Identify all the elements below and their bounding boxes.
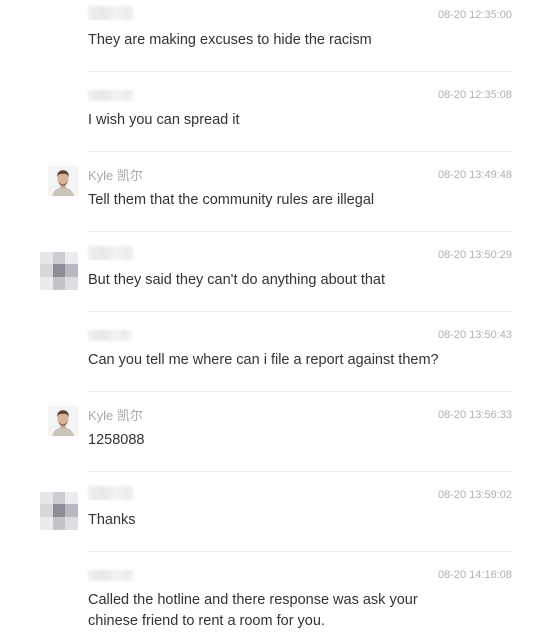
pixelated-avatar-icon — [40, 252, 78, 290]
user-avatar-redacted[interactable] — [40, 492, 78, 530]
message-item: 08-20 13:50:43 Can you tell me where can… — [0, 320, 553, 400]
message-item: Kyle 凯尔 08-20 13:56:33 1258088 — [0, 400, 553, 480]
message-time: 08-20 13:56:33 — [437, 409, 512, 421]
avatar-photo-icon — [48, 406, 78, 436]
chat-history: 08-20 12:35:00 They are making excuses t… — [0, 0, 553, 642]
message-item: 08-20 13:59:02 Thanks — [0, 480, 553, 560]
message-item: 08-20 12:35:00 They are making excuses t… — [0, 0, 553, 80]
pixelated-avatar-icon — [40, 492, 78, 530]
message-divider — [88, 71, 512, 72]
sender-name-redacted — [88, 246, 134, 260]
message-divider — [88, 311, 512, 312]
user-avatar-redacted[interactable] — [40, 252, 78, 290]
avatar-photo-icon — [48, 166, 78, 196]
message-time: 08-20 13:59:02 — [437, 489, 512, 501]
message-divider — [88, 391, 512, 392]
message-divider — [88, 151, 512, 152]
message-divider — [88, 551, 512, 552]
message-item: 08-20 14:16:08 Called the hotline and th… — [0, 560, 553, 642]
sender-name-redacted — [88, 486, 134, 500]
message-text: Called the hotline and there response wa… — [88, 592, 418, 629]
sender-name: Kyle 凯尔 — [88, 168, 143, 183]
sender-name-redacted — [88, 570, 134, 581]
message-divider — [88, 471, 512, 472]
sender-name-redacted — [88, 90, 134, 101]
message-item: Kyle 凯尔 08-20 13:49:48 Tell them that th… — [0, 160, 553, 240]
message-time: 08-20 14:16:08 — [437, 569, 512, 581]
sender-name: Kyle 凯尔 — [88, 408, 143, 423]
message-text: Can you tell me where can i file a repor… — [88, 352, 439, 368]
message-time: 08-20 13:50:43 — [437, 329, 512, 341]
message-text: But they said they can't do anything abo… — [88, 272, 386, 288]
message-item: 08-20 12:35:08 I wish you can spread it — [0, 80, 553, 160]
sender-name-redacted — [88, 6, 134, 20]
message-text: Tell them that the community rules are i… — [88, 192, 375, 208]
message-time: 08-20 13:49:48 — [437, 169, 512, 181]
user-avatar[interactable] — [48, 406, 78, 436]
message-time: 08-20 12:35:00 — [437, 9, 512, 21]
message-item: 08-20 13:50:29 But they said they can't … — [0, 240, 553, 320]
user-avatar[interactable] — [48, 166, 78, 196]
message-text: I wish you can spread it — [88, 112, 240, 128]
message-text: Thanks — [88, 512, 136, 528]
message-time: 08-20 12:35:08 — [437, 89, 512, 101]
message-time: 08-20 13:50:29 — [437, 249, 512, 261]
message-text: They are making excuses to hide the raci… — [88, 32, 372, 48]
message-divider — [88, 231, 512, 232]
message-text: 1258088 — [88, 432, 145, 448]
sender-name-redacted — [88, 330, 132, 341]
